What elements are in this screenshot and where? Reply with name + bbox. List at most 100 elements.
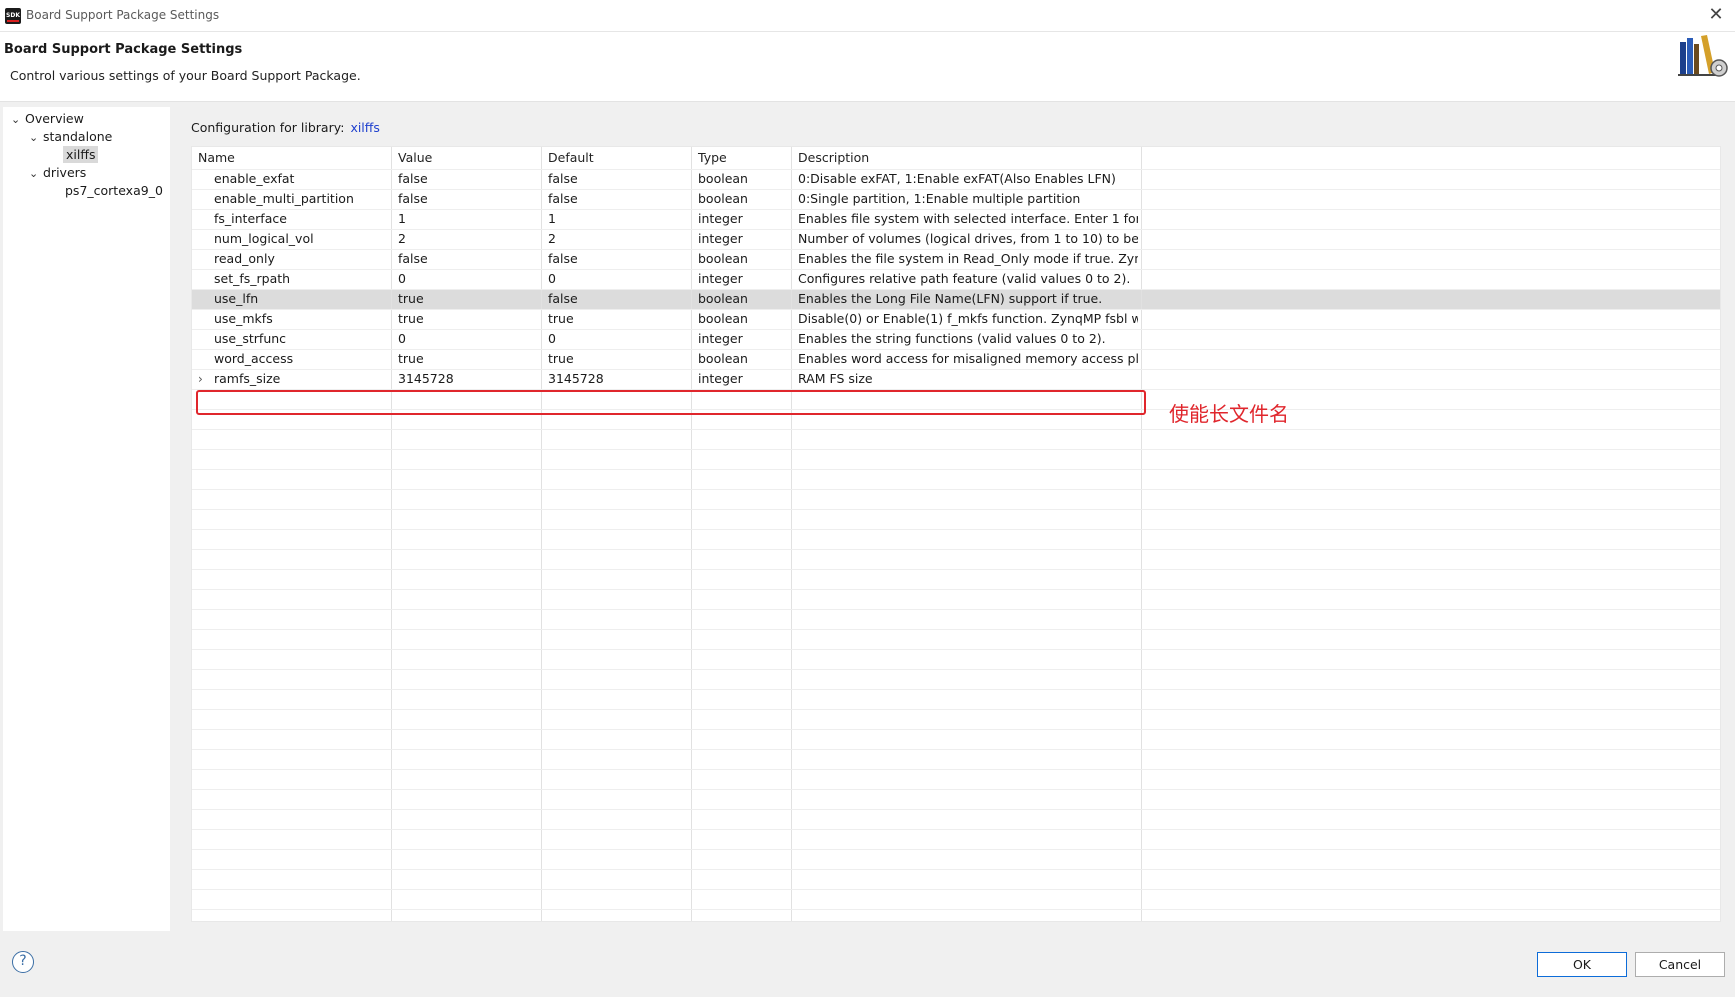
cell-value[interactable]: true — [398, 289, 538, 309]
annotation-highlight-box — [196, 390, 1146, 415]
tree-item-label: drivers — [43, 165, 87, 180]
cell-default: false — [548, 251, 578, 266]
cell-type: integer — [698, 211, 743, 226]
cell-value[interactable]: true — [398, 349, 538, 369]
cell-value[interactable]: 3145728 — [398, 369, 538, 389]
window-title: Board Support Package Settings — [26, 8, 220, 22]
table-row[interactable]: use_lfn true false boolean Enables the Long … — [192, 289, 1720, 309]
column-header-name[interactable]: Name — [198, 147, 235, 169]
table-row[interactable]: num_logical_vol 2 2 integer Number of volume… — [192, 229, 1720, 249]
cell-default: false — [548, 291, 578, 306]
cell-description: Disable(0) or Enable(1) f_mkfs function.… — [798, 311, 1138, 326]
cell-type: boolean — [698, 351, 748, 366]
column-header-description[interactable]: Description — [798, 147, 869, 169]
tree-item-label: xilffs — [63, 146, 99, 163]
cell-value[interactable]: 0 — [398, 269, 538, 289]
cell-name: num_logical_vol — [214, 231, 314, 246]
cell-value[interactable]: false — [398, 169, 538, 189]
cell-default: false — [548, 171, 578, 186]
cell-description: Enables the file system in Read_Only mod… — [798, 251, 1138, 266]
dialog-footer: ? OK Cancel — [0, 932, 1735, 997]
cell-value[interactable]: false — [398, 189, 538, 209]
title-bar: SDK Board Support Package Settings ✕ — [0, 0, 1735, 32]
cell-default: 0 — [548, 271, 556, 286]
cell-type: boolean — [698, 171, 748, 186]
cell-name: read_only — [214, 251, 275, 266]
close-icon[interactable]: ✕ — [1705, 4, 1727, 26]
cell-description: Enables the string functions (valid valu… — [798, 331, 1106, 346]
cell-default: 3145728 — [548, 371, 604, 386]
cell-type: boolean — [698, 191, 748, 206]
table-row[interactable]: fs_interface 1 1 integer Enables file system… — [192, 209, 1720, 229]
sdk-app-icon: SDK — [5, 8, 21, 24]
cell-type: boolean — [698, 311, 748, 326]
chevron-down-icon[interactable]: ⌄ — [11, 110, 25, 130]
cell-description: RAM FS size — [798, 371, 873, 386]
table-row[interactable]: use_strfunc 0 0 integer Enables the string f… — [192, 329, 1720, 349]
table-row[interactable]: › ramfs_size 3145728 3145728 integer RAM FS s… — [192, 369, 1720, 389]
books-gear-icon — [1678, 35, 1728, 77]
cell-value[interactable]: false — [398, 249, 538, 269]
column-header-type[interactable]: Type — [698, 147, 727, 169]
table-row[interactable]: use_mkfs true true boolean Disable(0) or Ena… — [192, 309, 1720, 329]
column-header-default[interactable]: Default — [548, 147, 594, 169]
settings-table: Name Value Default Type Description enab… — [191, 146, 1721, 922]
cell-type: boolean — [698, 251, 748, 266]
table-row[interactable]: enable_multi_partition false false boolean 0… — [192, 189, 1720, 209]
cell-default: 1 — [548, 211, 556, 226]
content-area: ⌄ Overview ⌄ standalone xilffs ⌄ drivers ps… — [0, 102, 1735, 932]
config-label: Configuration for library: xilffs — [191, 120, 380, 135]
dialog-header: Board Support Package Settings Control v… — [0, 32, 1735, 102]
tree-item-xilffs[interactable]: xilffs — [63, 145, 99, 165]
cell-name: word_access — [214, 351, 294, 366]
cell-type: integer — [698, 331, 743, 346]
header-subtitle: Control various settings of your Board S… — [10, 68, 361, 83]
cell-name: enable_exfat — [214, 171, 295, 186]
cell-description: 0:Disable exFAT, 1:Enable exFAT(Also Ena… — [798, 171, 1116, 186]
cell-default: true — [548, 351, 574, 366]
cancel-button[interactable]: Cancel — [1635, 952, 1725, 977]
tree-item-label: Overview — [25, 111, 84, 126]
ok-button[interactable]: OK — [1537, 952, 1627, 977]
cell-value[interactable]: 0 — [398, 329, 538, 349]
table-row[interactable]: word_access true true boolean Enables word a… — [192, 349, 1720, 369]
cell-type: boolean — [698, 291, 748, 306]
cell-default: 0 — [548, 331, 556, 346]
config-label-text: Configuration for library: — [191, 120, 345, 135]
cell-description: Enables word access for misaligned memor… — [798, 351, 1138, 366]
cell-description: Enables the Long File Name(LFN) support … — [798, 291, 1103, 306]
cell-name: use_lfn — [214, 291, 259, 306]
tree-item-label: standalone — [43, 129, 113, 144]
tree-item-drivers[interactable]: ⌄ drivers — [29, 163, 86, 183]
tree-item-ps7-cortexa9-0[interactable]: ps7_cortexa9_0 — [65, 181, 163, 201]
cell-default: 2 — [548, 231, 556, 246]
cell-name: enable_multi_partition — [214, 191, 354, 206]
cell-value[interactable]: 2 — [398, 229, 538, 249]
table-row[interactable]: enable_exfat false false boolean 0:Disable e… — [192, 169, 1720, 189]
cell-name: use_mkfs — [214, 311, 273, 326]
cell-default: true — [548, 311, 574, 326]
cell-default: false — [548, 191, 578, 206]
library-link[interactable]: xilffs — [350, 120, 379, 135]
cell-value[interactable]: true — [398, 309, 538, 329]
cell-name: ramfs_size — [214, 371, 281, 386]
header-title: Board Support Package Settings — [4, 42, 243, 57]
cell-type: integer — [698, 371, 743, 386]
tree-item-label: ps7_cortexa9_0 — [65, 183, 163, 198]
tree-item-standalone[interactable]: ⌄ standalone — [29, 127, 112, 147]
annotation-text: 使能长文件名 — [1169, 402, 1289, 426]
help-icon[interactable]: ? — [12, 951, 34, 973]
column-header-value[interactable]: Value — [398, 147, 432, 169]
chevron-right-icon[interactable]: › — [198, 369, 210, 389]
chevron-down-icon[interactable]: ⌄ — [29, 128, 43, 148]
cell-name: fs_interface — [214, 211, 287, 226]
cell-description: Enables file system with selected interf… — [798, 211, 1138, 226]
cell-description: Number of volumes (logical drives, from … — [798, 231, 1138, 246]
table-row[interactable]: set_fs_rpath 0 0 integer Configures relative… — [192, 269, 1720, 289]
cell-value[interactable]: 1 — [398, 209, 538, 229]
tree-item-overview[interactable]: ⌄ Overview — [11, 109, 84, 129]
cell-description: Configures relative path feature (valid … — [798, 271, 1131, 286]
cell-type: integer — [698, 231, 743, 246]
chevron-down-icon[interactable]: ⌄ — [29, 164, 43, 184]
table-row[interactable]: read_only false false boolean Enables the fi… — [192, 249, 1720, 269]
